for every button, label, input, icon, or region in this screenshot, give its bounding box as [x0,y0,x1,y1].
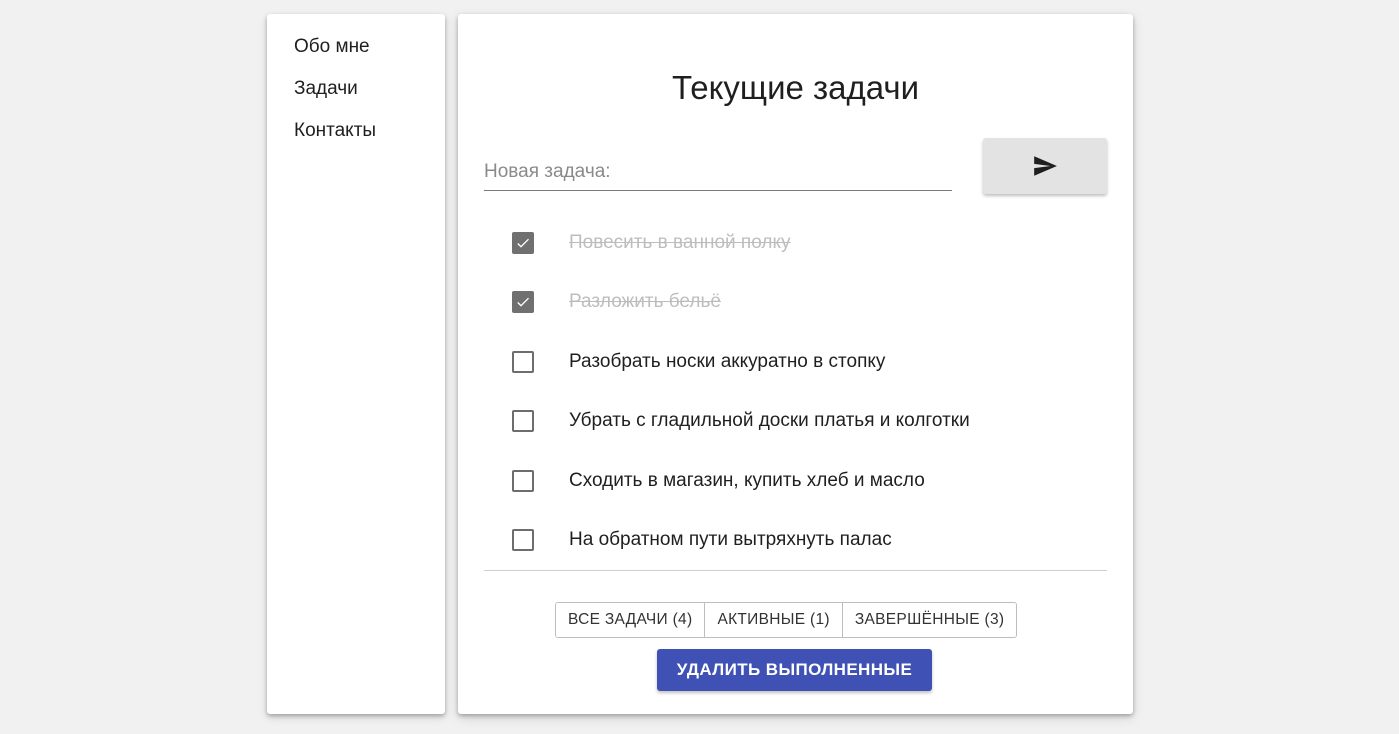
new-task-input[interactable] [484,154,952,191]
task-item: Разложить бельё [484,282,1104,322]
filter-group: ВСЕ ЗАДАЧИ (4) АКТИВНЫЕ (1) ЗАВЕРШЁННЫЕ … [555,602,1018,638]
task-label: Разобрать носки аккуратно в стопку [569,351,886,372]
filter-all-button[interactable]: ВСЕ ЗАДАЧИ (4) [556,603,705,637]
task-checkbox[interactable] [512,232,534,254]
send-button[interactable] [983,138,1107,194]
task-item: Сходить в магазин, купить хлеб и масло [484,461,1104,501]
page-title: Текущие задачи [671,69,920,106]
task-checkbox[interactable] [512,410,534,432]
sidebar-nav: Обо мне Задачи Контакты [267,14,445,714]
task-checkbox[interactable] [512,529,534,551]
task-item: Повесить в ванной полку [484,223,1104,263]
task-label: Повесить в ванной полку [569,232,791,253]
task-checkbox[interactable] [512,351,534,373]
nav-item-contacts[interactable]: Контакты [294,120,376,142]
task-item: На обратном пути вытряхнуть палас [484,520,1104,560]
nav-item-tasks[interactable]: Задачи [294,78,358,100]
task-item: Разобрать носки аккуратно в стопку [484,342,1104,382]
list-divider [484,570,1107,571]
nav-item-about[interactable]: Обо мне [294,36,370,58]
todo-card: Текущие задачи Повесить в ванной полку Р… [458,14,1133,714]
check-icon [517,297,529,307]
task-label: Убрать с гладильной доски платья и колго… [569,410,970,431]
task-checkbox[interactable] [512,470,534,492]
task-checkbox[interactable] [512,291,534,313]
task-label: Сходить в магазин, купить хлеб и масло [569,470,925,491]
task-label: На обратном пути вытряхнуть палас [569,529,892,550]
send-icon [1034,156,1057,176]
task-item: Убрать с гладильной доски платья и колго… [484,401,1104,441]
task-label: Разложить бельё [569,291,721,312]
filter-completed-button[interactable]: ЗАВЕРШЁННЫЕ (3) [841,603,1017,637]
check-icon [517,238,529,248]
clear-completed-button[interactable]: УДАЛИТЬ ВЫПОЛНЕННЫЕ [657,649,932,691]
filter-active-button[interactable]: АКТИВНЫЕ (1) [704,603,842,637]
